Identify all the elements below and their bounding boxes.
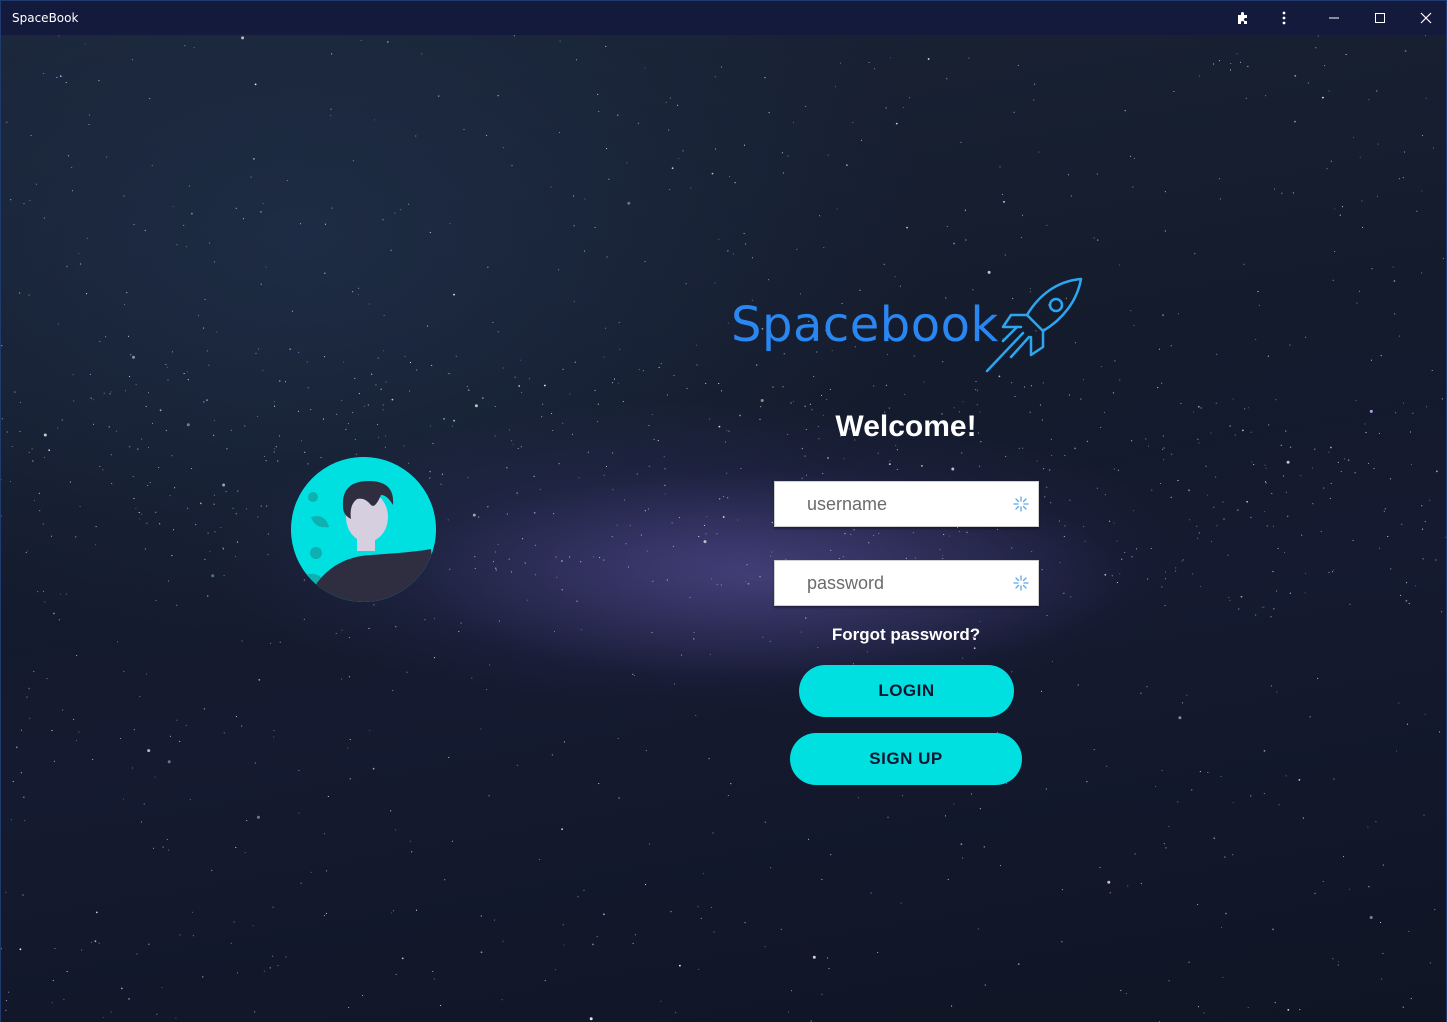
close-button[interactable] — [1403, 1, 1447, 35]
username-field-container — [774, 481, 1039, 527]
spacebook-logo: Spacebook — [727, 275, 1087, 375]
app-window: SpaceBook Spacebook Welcome! username Fo… — [0, 0, 1447, 1022]
autofill-sparkle-icon[interactable] — [1012, 574, 1030, 592]
puzzle-icon — [1238, 12, 1247, 24]
maximize-icon — [1375, 13, 1385, 23]
more-vertical-icon — [1282, 11, 1286, 25]
minimize-button[interactable] — [1311, 1, 1357, 35]
user-avatar-icon — [291, 457, 436, 602]
login-screen: Spacebook Welcome! username Forgot passw… — [1, 35, 1446, 1022]
forgot-password-link[interactable]: Forgot password? — [756, 625, 1056, 645]
minimize-icon — [1329, 17, 1339, 19]
username-input[interactable] — [775, 482, 1010, 526]
rocket-icon — [985, 277, 1083, 373]
logo-text: Spacebook — [731, 297, 999, 353]
welcome-heading: Welcome! — [835, 410, 977, 443]
maximize-button[interactable] — [1357, 1, 1403, 35]
avatar — [291, 457, 436, 602]
autofill-sparkle-icon[interactable] — [1012, 495, 1030, 513]
window-title: SpaceBook — [12, 11, 79, 25]
title-bar[interactable]: SpaceBook — [1, 1, 1446, 35]
close-icon — [1420, 12, 1432, 24]
starfield-background — [1, 35, 1446, 1022]
password-field-container — [774, 560, 1039, 606]
sign-up-button[interactable]: SIGN UP — [790, 733, 1022, 785]
more-options-button[interactable] — [1261, 1, 1307, 35]
login-button[interactable]: LOGIN — [799, 665, 1014, 717]
password-input[interactable] — [775, 561, 1010, 605]
